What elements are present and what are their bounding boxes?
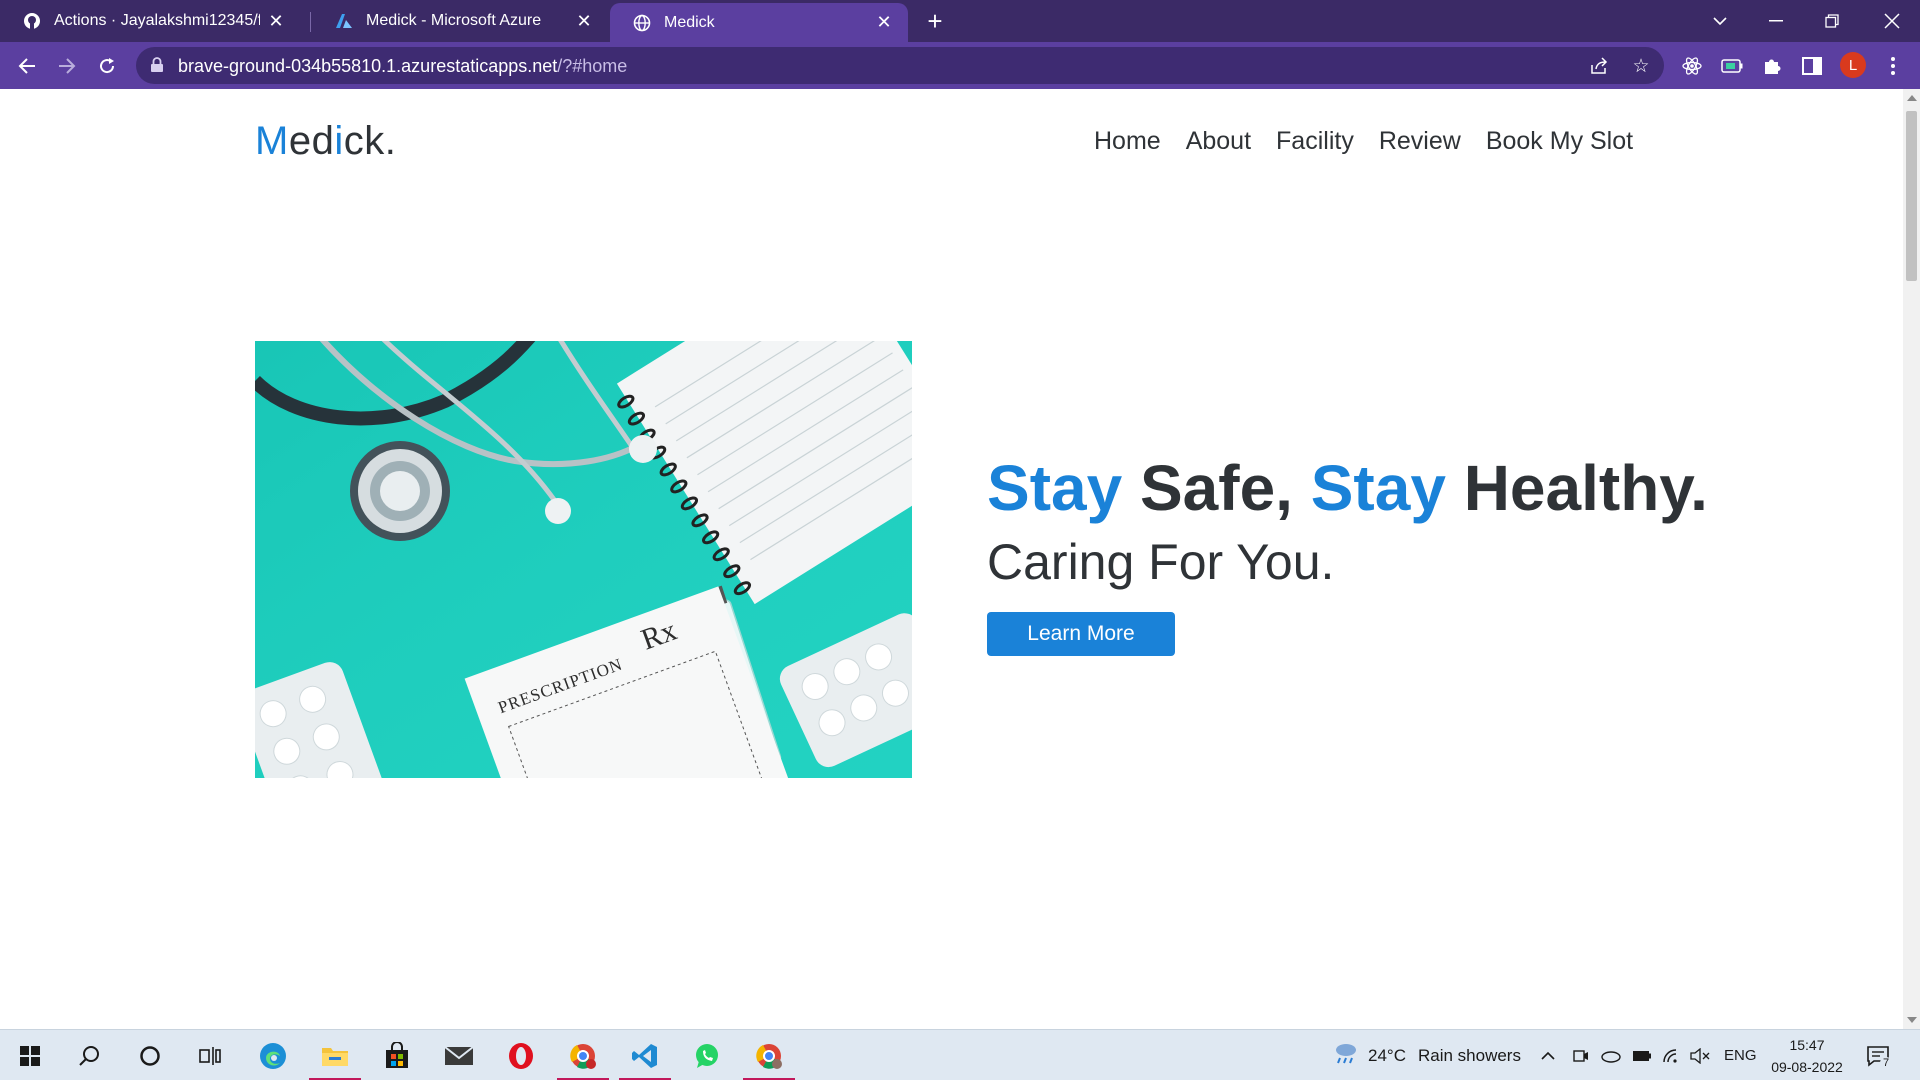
nav-facility[interactable]: Facility <box>1276 127 1354 156</box>
forward-arrow-icon[interactable] <box>51 50 83 82</box>
close-tab-icon[interactable]: ✕ <box>266 11 286 31</box>
address-bar[interactable]: brave-ground-034b55810.1.azurestaticapps… <box>136 47 1664 84</box>
close-window-icon[interactable] <box>1864 0 1920 42</box>
weather-widget[interactable]: 24°C Rain showers <box>1332 1030 1521 1080</box>
tab-title: Medick - Microsoft Azure <box>366 12 542 29</box>
browser-tab-strip: Actions · Jayalakshmi12345/frt-p ✕ Medic… <box>0 0 1920 42</box>
lock-icon[interactable] <box>150 57 166 73</box>
profile-avatar[interactable]: L <box>1840 52 1866 78</box>
reload-icon[interactable] <box>91 50 123 82</box>
wifi-icon[interactable] <box>1662 1030 1680 1080</box>
weather-temperature: 24°C <box>1368 1045 1406 1065</box>
nav-review[interactable]: Review <box>1379 127 1461 156</box>
mail-icon[interactable] <box>437 1037 481 1075</box>
input-language[interactable]: ENG <box>1724 1030 1757 1080</box>
browser-toolbar: brave-ground-034b55810.1.azurestaticapps… <box>0 42 1920 89</box>
tab-title: Medick <box>664 13 715 31</box>
logo-letter-m: M <box>255 119 289 163</box>
browser-menu-icon[interactable] <box>1881 54 1905 78</box>
minimize-icon[interactable] <box>1748 0 1804 42</box>
main-nav: Home About Facility Review Book My Slot <box>1069 127 1633 156</box>
rain-cloud-icon <box>1332 1041 1358 1070</box>
tab-azure[interactable]: Medick - Microsoft Azure ✕ <box>312 0 608 42</box>
logo-letter-i: i <box>334 119 344 163</box>
logo-text: ed <box>288 119 335 163</box>
new-tab-plus-icon[interactable]: + <box>920 6 950 36</box>
azure-icon <box>334 11 354 31</box>
url-path: /?#home <box>557 56 628 76</box>
scroll-up-arrow-icon[interactable] <box>1907 95 1917 101</box>
github-icon <box>22 11 42 31</box>
logo-text-end: ck. <box>343 119 397 163</box>
close-tab-icon[interactable]: ✕ <box>874 12 894 33</box>
scroll-down-arrow-icon[interactable] <box>1907 1017 1917 1023</box>
edge-icon[interactable] <box>251 1037 295 1075</box>
learn-more-button[interactable]: Learn More <box>987 612 1175 656</box>
onedrive-icon[interactable] <box>1601 1030 1621 1080</box>
whatsapp-icon[interactable] <box>685 1037 729 1075</box>
show-hidden-icons-chevron-icon[interactable] <box>1540 1030 1556 1080</box>
cortana-icon[interactable] <box>128 1037 172 1075</box>
page-viewport: Medick. Home About Facility Review Book … <box>0 89 1903 1029</box>
headline-stay-1: Stay <box>987 452 1123 524</box>
scrollbar-thumb[interactable] <box>1906 111 1917 281</box>
notification-center-icon[interactable]: 7 <box>1866 1030 1893 1080</box>
hero-medical-image: PRESCRIPTION Rx <box>255 341 912 778</box>
vscode-icon[interactable] <box>619 1037 671 1080</box>
url-host: brave-ground-034b55810.1.azurestaticapps… <box>178 56 558 76</box>
react-devtools-icon[interactable] <box>1680 54 1704 78</box>
url-text[interactable]: brave-ground-034b55810.1.azurestaticapps… <box>178 56 627 77</box>
nav-book-my-slot[interactable]: Book My Slot <box>1486 127 1633 156</box>
tab-divider <box>310 12 311 32</box>
tab-medick[interactable]: Medick ✕ <box>610 3 908 42</box>
file-explorer-icon[interactable] <box>309 1037 361 1080</box>
opera-icon[interactable] <box>499 1037 543 1075</box>
close-tab-icon[interactable]: ✕ <box>574 11 594 31</box>
task-view-icon[interactable] <box>188 1037 232 1075</box>
meet-now-icon[interactable] <box>1573 1030 1589 1080</box>
globe-icon <box>632 13 652 33</box>
search-icon[interactable] <box>67 1037 111 1075</box>
nav-about[interactable]: About <box>1186 127 1251 156</box>
headline-stay-2: Stay <box>1310 452 1446 524</box>
chrome-profile-l-icon[interactable] <box>557 1037 609 1080</box>
page-scrollbar[interactable] <box>1903 89 1920 1029</box>
hero-headline: Stay Safe, Stay Healthy. <box>987 451 1708 525</box>
headline-safe: Safe, <box>1122 452 1311 524</box>
system-clock[interactable]: 15:47 09-08-2022 <box>1762 1034 1852 1078</box>
chrome-profile-j-icon[interactable] <box>743 1037 795 1080</box>
side-panel-icon[interactable] <box>1800 54 1824 78</box>
tab-github-actions[interactable]: Actions · Jayalakshmi12345/frt-p ✕ <box>0 0 300 42</box>
windows-taskbar: 24°C Rain showers ENG 15:47 09-08-2022 7 <box>0 1029 1920 1080</box>
microsoft-store-icon[interactable] <box>375 1037 419 1075</box>
volume-muted-icon[interactable] <box>1690 1030 1710 1080</box>
site-logo[interactable]: Medick. <box>255 119 396 164</box>
extensions-puzzle-icon[interactable] <box>1760 54 1784 78</box>
battery-icon[interactable] <box>1632 1030 1652 1080</box>
weather-description: Rain showers <box>1417 1045 1521 1065</box>
back-arrow-icon[interactable] <box>11 50 43 82</box>
battery-extension-icon[interactable] <box>1720 54 1744 78</box>
nav-home[interactable]: Home <box>1094 127 1161 156</box>
headline-healthy: Healthy. <box>1445 452 1708 524</box>
tab-title: Actions · Jayalakshmi12345/frt-p <box>54 12 260 29</box>
windows-start-icon[interactable] <box>8 1037 52 1075</box>
tab-search-chevron-icon[interactable] <box>1692 0 1748 42</box>
clock-time: 15:47 <box>1789 1037 1825 1053</box>
share-icon[interactable] <box>1588 55 1610 77</box>
bookmark-star-icon[interactable]: ☆ <box>1630 55 1652 77</box>
hero-subheading: Caring For You. <box>987 534 1335 590</box>
restore-icon[interactable] <box>1804 0 1860 42</box>
clock-date: 09-08-2022 <box>1771 1059 1843 1075</box>
notification-count: 7 <box>1880 1056 1893 1069</box>
